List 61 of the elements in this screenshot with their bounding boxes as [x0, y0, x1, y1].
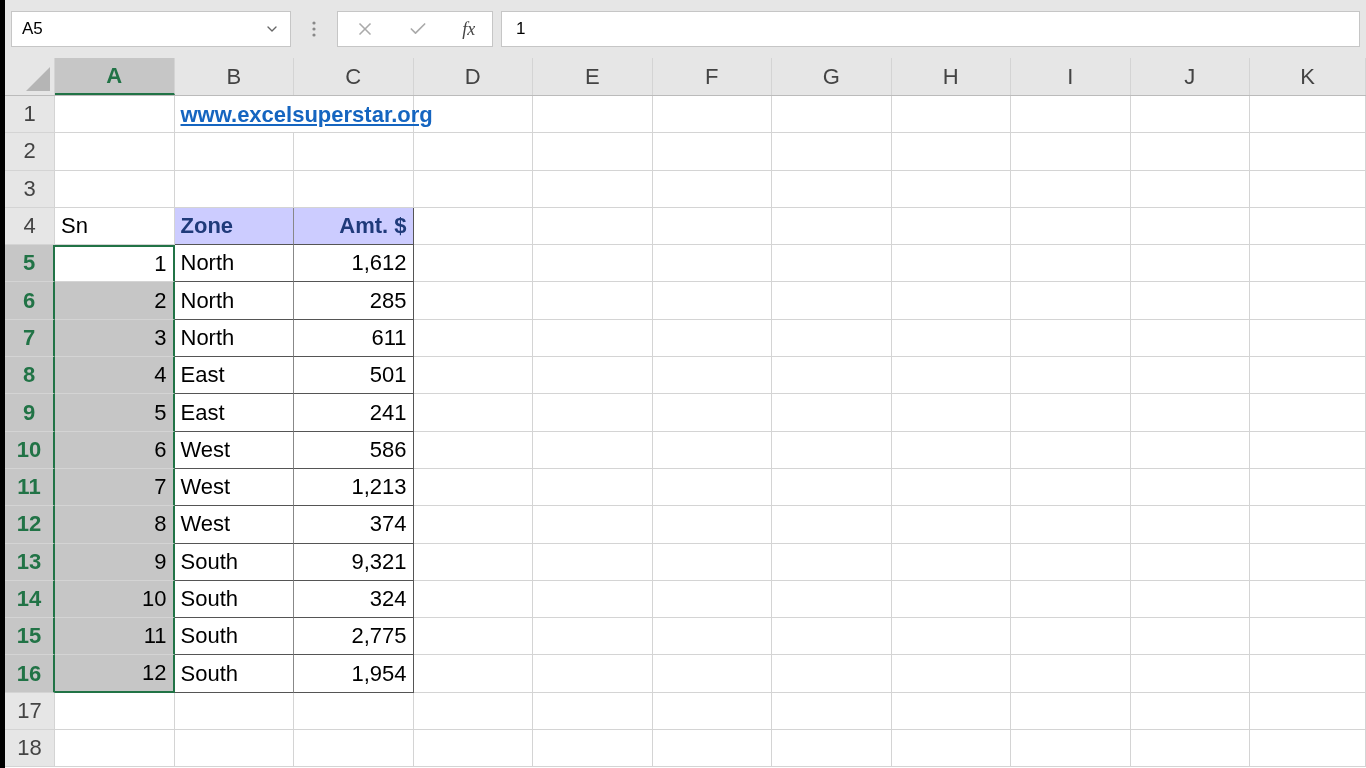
table-cell: 501 — [294, 357, 414, 395]
table-cell: 324 — [294, 580, 414, 619]
table-cell: 7 — [55, 468, 175, 507]
column-header[interactable]: D — [413, 58, 533, 95]
row-header[interactable]: 18 — [5, 730, 55, 768]
table-cell: North — [174, 245, 294, 283]
table-cell: West — [174, 468, 294, 507]
table-cell: 10 — [55, 580, 175, 619]
column-header[interactable]: F — [652, 58, 772, 95]
table-cell: 285 — [294, 282, 414, 320]
row-header[interactable]: 1 — [5, 96, 55, 134]
table-cell: 611 — [294, 319, 414, 358]
table-cell: 8 — [55, 506, 175, 544]
table-cell: East — [174, 357, 294, 395]
select-all-icon[interactable] — [26, 67, 50, 91]
table-cell: 9 — [55, 543, 175, 581]
column-header[interactable]: H — [891, 58, 1011, 95]
table-cell: 12 — [55, 655, 175, 693]
name-box[interactable]: A5 — [11, 11, 291, 47]
formula-input[interactable]: 1 — [501, 11, 1360, 47]
table-cell: West — [174, 431, 294, 469]
table-cell: East — [174, 394, 294, 432]
row-header[interactable]: 17 — [5, 692, 55, 731]
table-cell: 5 — [55, 394, 175, 432]
table-cell: South — [174, 580, 294, 619]
table-header-cell: Zone — [174, 207, 294, 246]
column-header[interactable]: K — [1250, 58, 1366, 95]
website-link[interactable]: www.excelsuperstar.org — [180, 97, 433, 131]
table-cell: South — [174, 655, 294, 693]
table-cell: 2,775 — [294, 618, 414, 656]
cell-reference: A5 — [22, 18, 43, 41]
grip-icon — [312, 21, 316, 37]
row-header[interactable]: 4 — [5, 207, 55, 246]
table-cell: 241 — [294, 394, 414, 432]
column-header[interactable]: J — [1130, 58, 1250, 95]
column-header[interactable]: C — [294, 58, 414, 95]
table-cell: West — [174, 506, 294, 544]
table-cell: 1,213 — [294, 468, 414, 507]
table-cell: 374 — [294, 506, 414, 544]
column-header[interactable]: I — [1011, 58, 1131, 95]
table-cell: South — [174, 618, 294, 656]
table-cell: 6 — [55, 431, 175, 469]
column-header[interactable]: E — [533, 58, 653, 95]
table-cell: 3 — [55, 319, 175, 358]
table-cell: South — [174, 543, 294, 581]
insert-function-button[interactable]: fx — [462, 15, 476, 43]
row-header[interactable]: 3 — [5, 170, 55, 208]
table-cell: 1,954 — [294, 655, 414, 693]
row-header[interactable]: 2 — [5, 133, 55, 171]
table-cell: 4 — [55, 357, 175, 395]
table-cell: 1 — [55, 245, 175, 283]
table-cell: 11 — [55, 618, 175, 656]
column-header[interactable]: G — [772, 58, 892, 95]
table-header-cell: Amt. $ — [294, 207, 414, 246]
table-cell: North — [174, 282, 294, 320]
table-cell: 1,612 — [294, 245, 414, 283]
table-cell: 9,321 — [294, 543, 414, 581]
table-cell: North — [174, 319, 294, 358]
table-cell: 2 — [55, 282, 175, 320]
table-cell: 586 — [294, 431, 414, 469]
column-header[interactable]: B — [174, 58, 294, 95]
